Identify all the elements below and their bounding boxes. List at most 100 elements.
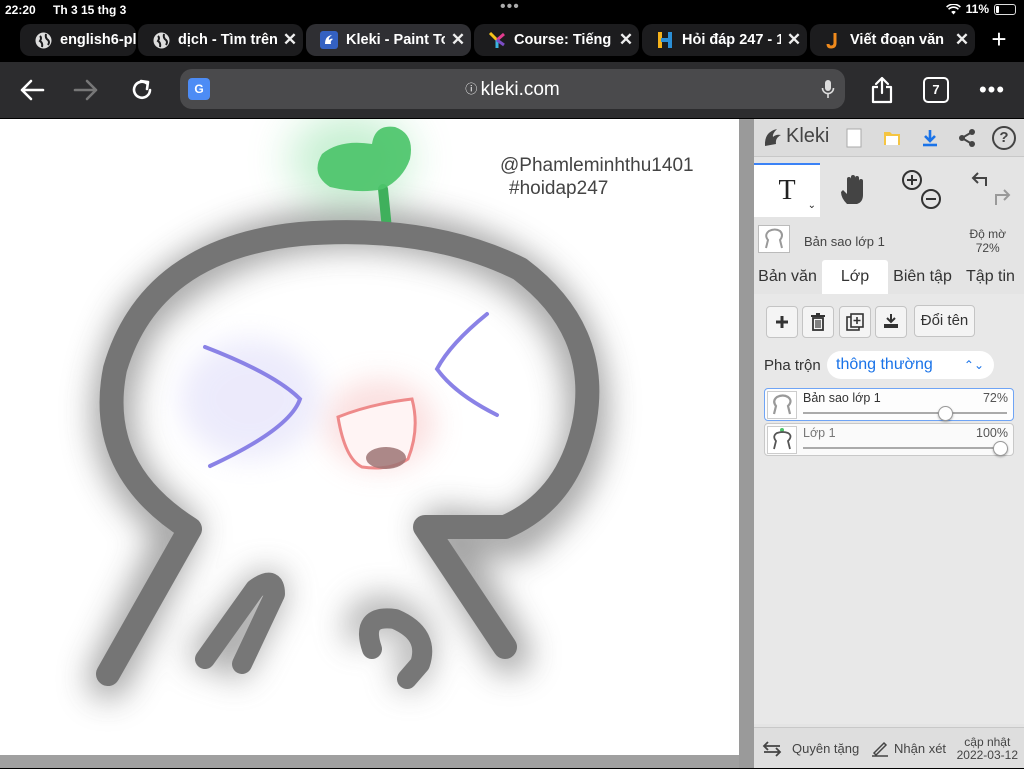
swap-arrows-icon (762, 740, 782, 757)
duplicate-layer-button[interactable] (839, 306, 871, 338)
tab-english6[interactable]: english6-pl (20, 24, 136, 56)
kleki-logo[interactable]: Kleki (762, 125, 829, 148)
watermark-hashtag: #hoidap247 (509, 178, 609, 199)
status-right: 11% (945, 2, 1016, 16)
tab-lop[interactable]: Lớp (822, 260, 888, 294)
tab-label: Hỏi đáp 247 - 1 (682, 32, 781, 48)
globe-icon (152, 31, 170, 49)
feedback-link[interactable]: Nhận xét (871, 728, 946, 769)
tab-label: dịch - Tìm trên (178, 32, 277, 48)
tab-label: Kleki - Paint To (346, 32, 445, 48)
layer-opacity: 72% (982, 391, 1008, 405)
new-tab-button[interactable]: + (984, 24, 1014, 56)
layer-opacity-handle[interactable] (993, 441, 1008, 456)
share-panel-button[interactable] (955, 126, 979, 150)
layer-opacity-slider[interactable] (803, 412, 1007, 414)
merge-layer-button[interactable] (875, 306, 907, 338)
download-icon (923, 130, 937, 147)
add-layer-button[interactable] (766, 306, 798, 338)
close-icon[interactable]: ✕ (445, 30, 471, 50)
drawing-canvas[interactable]: @Phamleminhthu1401 #hoidap247 (0, 119, 739, 755)
layer-name: Lớp 1 (803, 426, 836, 440)
tab-hoidap[interactable]: Hỏi đáp 247 - 1 ✕ (642, 24, 807, 56)
globe-icon (34, 31, 52, 49)
current-layer-opacity: Độ mờ 72% (969, 227, 1006, 255)
canvas-bottom-border (0, 755, 739, 768)
zoom-in-out-icon (902, 170, 941, 209)
panel-divider[interactable] (739, 119, 754, 768)
feedback-label: Nhận xét (894, 741, 947, 756)
layer-row[interactable]: Bản sao lớp 1 72% (764, 388, 1014, 421)
panel-header: Kleki ? (754, 119, 1024, 157)
layer-opacity-slider[interactable] (803, 447, 1007, 449)
microphone-icon[interactable] (821, 79, 835, 99)
back-button[interactable] (14, 72, 50, 108)
trash-icon (811, 313, 825, 331)
open-file-button[interactable] (880, 126, 904, 150)
plus-icon (776, 316, 788, 328)
forward-button[interactable] (68, 72, 104, 108)
layer-opacity-handle[interactable] (938, 406, 953, 421)
rename-layer-button[interactable]: Đổi tên (914, 305, 975, 337)
share-button[interactable] (864, 72, 900, 108)
hand-tool[interactable] (820, 163, 886, 217)
status-date: Th 3 15 thg 3 (53, 3, 127, 17)
tab-bien-tap[interactable]: Biên tập (889, 260, 956, 294)
duplicate-icon (846, 313, 864, 331)
more-dots-icon: ••• (978, 77, 1006, 102)
panel-footer: Quyên tặng Nhận xét cập nhật 2022-03-12 (754, 727, 1024, 768)
update-date: 2022-03-12 (956, 748, 1018, 762)
blend-mode-select[interactable]: thông thường ⌃⌄ (827, 351, 994, 379)
undo-redo-tool[interactable] (958, 163, 1024, 217)
back-arrow-icon (20, 79, 45, 101)
kleki-logo-icon (764, 128, 781, 146)
chevron-down-icon[interactable]: ⌄ (808, 200, 816, 211)
tab-bar: english6-pl dịch - Tìm trên ✕ Kleki - Pa… (0, 20, 1024, 62)
tab-tap-tin[interactable]: Tập tin (957, 260, 1024, 294)
blend-mode-label: Pha trộn (764, 357, 821, 374)
kleki-side-panel: Kleki ? T ⌄ Bản sao lớp 1 Độ mờ 72% Bản … (754, 119, 1024, 768)
more-menu-button[interactable]: ••• (974, 72, 1010, 108)
text-tool[interactable]: T ⌄ (754, 163, 820, 217)
drawing-artwork (88, 119, 608, 699)
layer-thumbnail (767, 426, 797, 454)
layer-thumbnail (767, 391, 797, 419)
reload-button[interactable] (124, 72, 160, 108)
close-icon[interactable]: ✕ (613, 30, 639, 50)
donate-link[interactable]: Quyên tặng (792, 728, 859, 769)
save-button[interactable] (918, 126, 942, 150)
close-icon[interactable]: ✕ (781, 30, 807, 50)
layer-row[interactable]: Lớp 1 100% (764, 423, 1014, 456)
forward-arrow-icon (73, 79, 98, 101)
tab-dich[interactable]: dịch - Tìm trên ✕ (138, 24, 303, 56)
kleki-logo-text: Kleki (786, 125, 830, 147)
tab-course[interactable]: Course: Tiếng ✕ (474, 24, 639, 56)
hoidap-icon (656, 31, 674, 49)
zoom-tool[interactable] (890, 163, 956, 217)
tab-label: english6-pl (60, 32, 136, 48)
panel-tabs: Bản văn Lớp Biên tập Tập tin (754, 260, 1024, 294)
status-time: 22:20 (5, 3, 36, 17)
update-info: cập nhật 2022-03-12 (957, 736, 1018, 762)
swap-panel-button[interactable] (762, 728, 782, 769)
tab-count-button[interactable]: 7 (918, 72, 954, 108)
address-bar[interactable]: G ⓘ kleki.com (180, 69, 845, 109)
tab-kleki[interactable]: Kleki - Paint To ✕ (306, 24, 471, 56)
tab-vietdoan[interactable]: Viết đoạn văn p ✕ (810, 24, 975, 56)
watermark-username: @Phamleminhthu1401 (500, 155, 694, 176)
delete-layer-button[interactable] (802, 306, 834, 338)
close-icon[interactable]: ✕ (277, 30, 303, 50)
tab-ban-van[interactable]: Bản văn (754, 260, 821, 294)
feedback-icon (872, 741, 888, 757)
help-button[interactable]: ? (992, 126, 1016, 150)
layers-panel: Đổi tên Pha trộn thông thường ⌃⌄ Bản sao… (754, 294, 1024, 724)
close-icon[interactable]: ✕ (949, 30, 975, 50)
tool-row: T ⌄ (754, 163, 1024, 219)
new-file-button[interactable] (842, 126, 866, 150)
wifi-icon (945, 3, 961, 14)
tab-count: 7 (923, 77, 949, 103)
opacity-label: Độ mờ (969, 227, 1006, 241)
kleki-icon (320, 31, 338, 49)
info-icon[interactable]: ⓘ (465, 82, 480, 96)
multitask-dots[interactable]: ••• (500, 0, 520, 15)
